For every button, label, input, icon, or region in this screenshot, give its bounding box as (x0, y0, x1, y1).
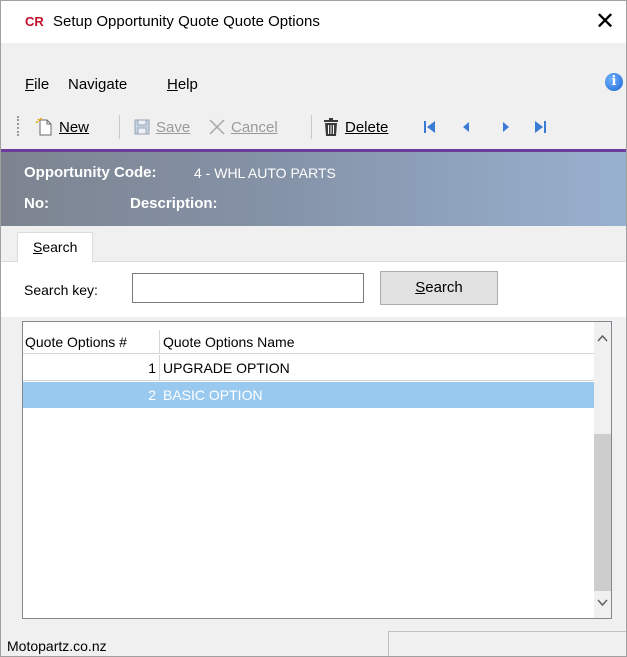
column-header-quote-options-name[interactable]: Quote Options Name (160, 330, 601, 354)
first-record-icon[interactable] (421, 118, 439, 136)
menu-file-mnemonic: F (25, 76, 35, 93)
menu-file[interactable]: File (25, 76, 49, 93)
info-icon[interactable]: i (605, 73, 623, 91)
status-panel (388, 631, 626, 656)
tab-search-rest: earch (42, 239, 78, 255)
close-button[interactable]: ✕ (582, 1, 626, 43)
cancel-button-label: Cancel (231, 118, 278, 136)
menu-help[interactable]: Help (167, 76, 198, 93)
save-button-label: Save (156, 118, 191, 136)
status-company: Motopartz.co.nz (7, 638, 107, 654)
opportunity-code-label: Opportunity Code: (24, 164, 157, 181)
results-grid[interactable]: Quote Options # Quote Options Name 1 UPG… (22, 321, 612, 619)
search-button-mnemonic: S (415, 279, 426, 296)
search-key-input[interactable] (132, 273, 364, 303)
tab-search[interactable]: Search (17, 232, 93, 263)
window-title: Setup Opportunity Quote Quote Options (53, 13, 320, 30)
cell-quote-options-number: 1 (23, 355, 160, 381)
toolbar: New Save Cancel Delete (1, 105, 626, 147)
menu-file-rest: ile (34, 76, 50, 93)
menu-navigate[interactable]: Navigate (68, 76, 127, 93)
title-bar: CR Setup Opportunity Quote Quote Options… (1, 1, 626, 43)
description-label: Description: (130, 195, 218, 212)
next-record-icon[interactable] (497, 118, 515, 136)
tab-search-mnemonic: S (33, 239, 43, 255)
delete-button[interactable]: Delete (321, 115, 388, 139)
table-row[interactable]: 1 UPGRADE OPTION (23, 355, 601, 381)
cell-quote-options-number: 2 (23, 382, 160, 408)
toolbar-grip[interactable] (17, 116, 20, 136)
menu-background (1, 43, 626, 103)
scroll-down-arrow-icon[interactable] (594, 594, 611, 611)
cancel-button[interactable]: Cancel (207, 115, 278, 139)
no-label: No: (24, 195, 49, 212)
opportunity-code-value: 4 - WHL AUTO PARTS (194, 165, 336, 181)
status-bar: Motopartz.co.nz (1, 629, 626, 656)
record-header: Opportunity Code: 4 - WHL AUTO PARTS No:… (1, 152, 626, 226)
search-button-rest: earch (425, 279, 463, 296)
new-button[interactable]: New (35, 115, 89, 139)
save-icon (132, 117, 152, 137)
scroll-thumb[interactable] (594, 434, 611, 591)
toolbar-separator (311, 115, 312, 139)
app-badge-icon: CR (25, 14, 44, 29)
save-button[interactable]: Save (132, 115, 190, 139)
menu-help-mnemonic: H (167, 76, 178, 93)
table-row-selected[interactable]: 2 BASIC OPTION (23, 382, 601, 408)
new-button-label: New (59, 118, 90, 136)
grid-header: Quote Options # Quote Options Name (23, 330, 601, 354)
last-record-icon[interactable] (531, 118, 549, 136)
toolbar-separator (119, 115, 120, 139)
delete-button-label: Delete (345, 118, 389, 136)
menu-help-rest: elp (177, 76, 198, 93)
vertical-scrollbar[interactable] (594, 322, 611, 618)
cell-quote-options-name: UPGRADE OPTION (160, 355, 601, 381)
search-button[interactable]: Search (380, 271, 498, 305)
column-header-quote-options-number[interactable]: Quote Options # (23, 330, 160, 354)
new-document-icon (35, 117, 55, 137)
app-window: CR Setup Opportunity Quote Quote Options… (0, 0, 627, 657)
scroll-up-arrow-icon[interactable] (594, 330, 611, 347)
cancel-x-icon (207, 117, 227, 137)
trash-icon (321, 117, 341, 137)
tab-bar (1, 226, 626, 262)
search-key-label: Search key: (24, 282, 98, 298)
previous-record-icon[interactable] (457, 118, 475, 136)
cell-quote-options-name: BASIC OPTION (160, 382, 601, 408)
